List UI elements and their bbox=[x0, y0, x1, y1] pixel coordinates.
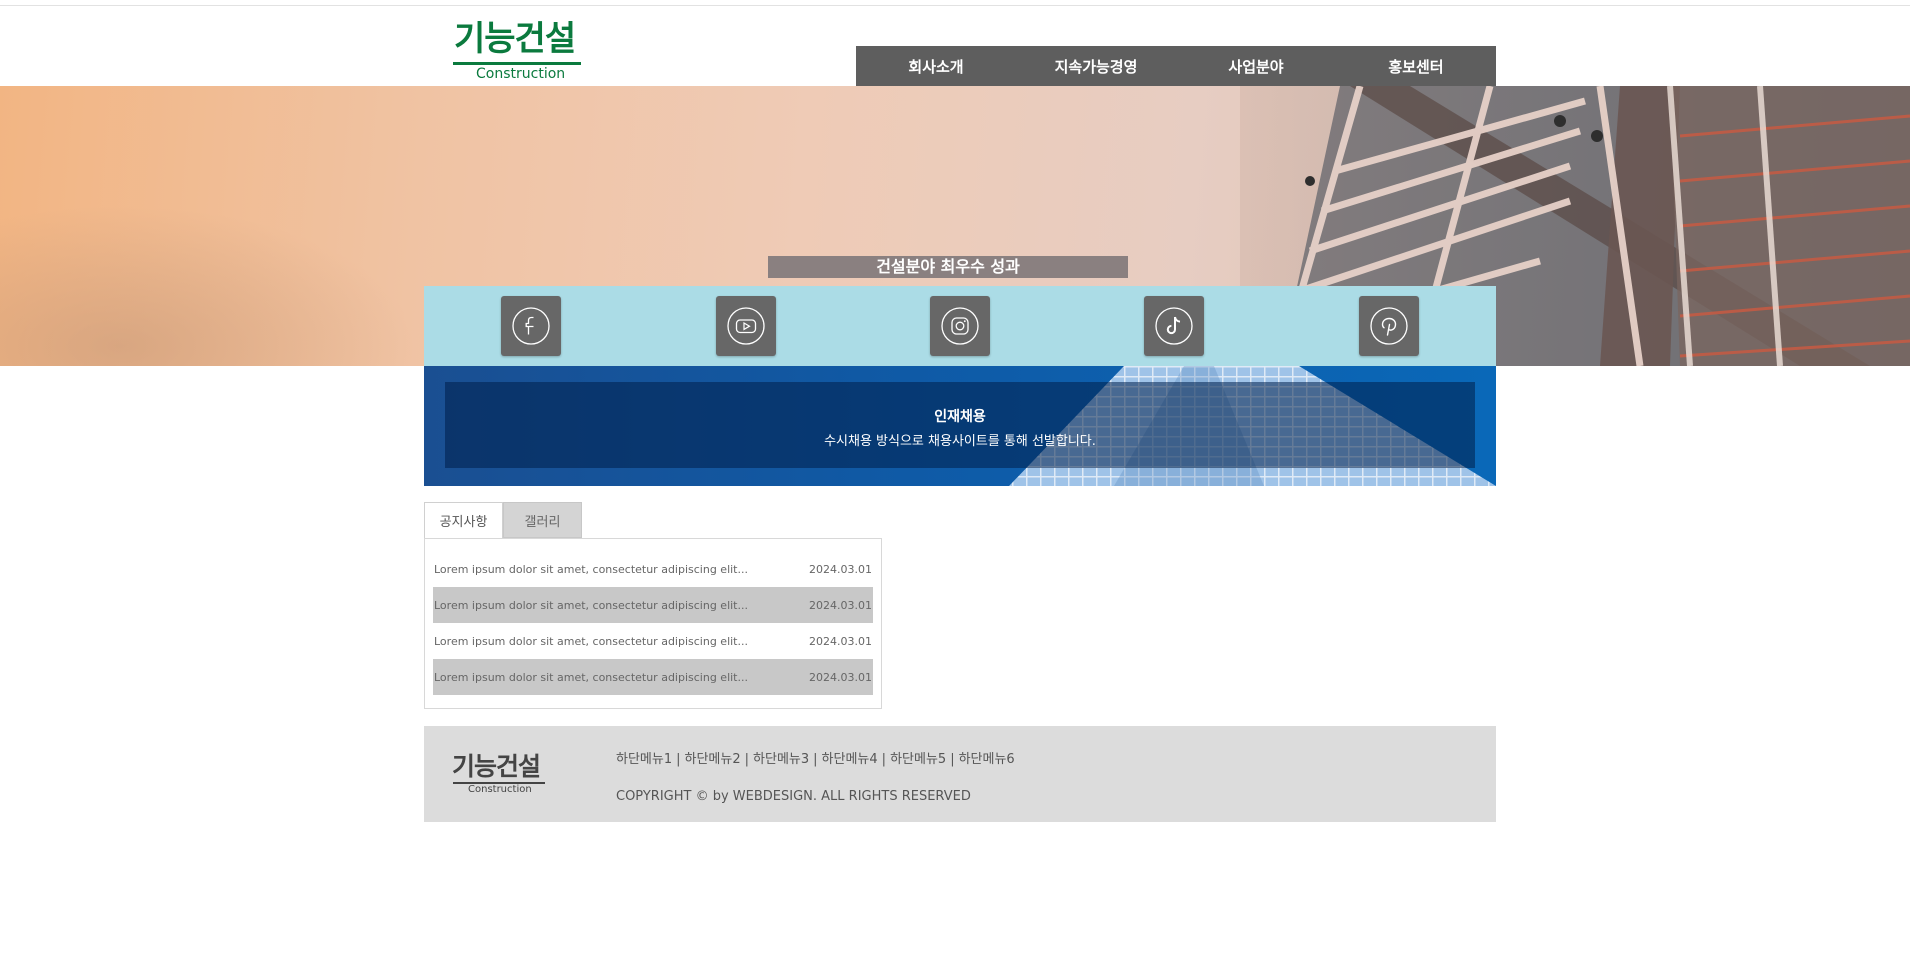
board-tabs: 공지사항 갤러리 bbox=[424, 502, 582, 538]
row-date: 2024.03.01 bbox=[809, 598, 872, 612]
footer: 기능건설 Construction 하단메뉴1 | 하단메뉴2 | 하단메뉴3 | 하단메뉴… bbox=[424, 726, 1496, 822]
instagram-icon bbox=[941, 307, 979, 345]
recruit-title: 인재채용 bbox=[934, 409, 986, 425]
nav-item-company[interactable]: 회사소개 bbox=[856, 46, 1016, 86]
footer-menu-item-3[interactable]: 하단메뉴3 bbox=[753, 752, 809, 767]
row-title: Lorem ipsum dolor sit amet, consectetur … bbox=[434, 670, 748, 684]
logo-english: Construction bbox=[476, 66, 566, 82]
footer-separator: | bbox=[676, 752, 681, 767]
row-title: Lorem ipsum dolor sit amet, consectetur … bbox=[434, 634, 748, 648]
youtube-icon bbox=[727, 307, 765, 345]
pinterest-icon bbox=[1370, 307, 1408, 345]
footer-logo-korean: 기능건설 bbox=[452, 752, 541, 781]
top-divider bbox=[0, 5, 1910, 6]
table-row[interactable]: Lorem ipsum dolor sit amet, consectetur … bbox=[433, 659, 873, 695]
row-date: 2024.03.01 bbox=[809, 634, 872, 648]
footer-separator: | bbox=[744, 752, 750, 767]
logo-korean: 기능건설 bbox=[454, 19, 576, 59]
row-date: 2024.03.01 bbox=[809, 670, 872, 684]
sns-bar bbox=[424, 286, 1496, 366]
tiktok-button[interactable] bbox=[1144, 296, 1204, 356]
row-date: 2024.03.01 bbox=[809, 562, 872, 576]
table-row[interactable]: Lorem ipsum dolor sit amet, consectetur … bbox=[433, 623, 873, 659]
recruit-overlay: 인재채용 수시채용 방식으로 채용사이트를 통해 선발합니다. bbox=[445, 382, 1475, 468]
recruit-subtitle: 수시채용 방식으로 채용사이트를 통해 선발합니다. bbox=[824, 434, 1096, 449]
instagram-button[interactable] bbox=[930, 296, 990, 356]
footer-logo[interactable]: 기능건설 Construction bbox=[452, 752, 545, 799]
footer-menu-item-5[interactable]: 하단메뉴5 bbox=[890, 752, 946, 767]
nav-item-business[interactable]: 사업분야 bbox=[1176, 46, 1336, 86]
recruit-banner[interactable]: 인재채용 수시채용 방식으로 채용사이트를 통해 선발합니다. bbox=[424, 366, 1496, 486]
footer-menu: 하단메뉴1 | 하단메뉴2 | 하단메뉴3 | 하단메뉴4 | 하단메뉴5 | 하단메뉴6 bbox=[616, 748, 1015, 767]
facebook-button[interactable] bbox=[501, 296, 561, 356]
footer-menu-item-2[interactable]: 하단메뉴2 bbox=[685, 752, 741, 767]
footer-menu-item-4[interactable]: 하단메뉴4 bbox=[822, 752, 878, 767]
row-title: Lorem ipsum dolor sit amet, consectetur … bbox=[434, 598, 748, 612]
nav-item-sustainability[interactable]: 지속가능경영 bbox=[1016, 46, 1176, 86]
tiktok-icon bbox=[1155, 307, 1193, 345]
table-row[interactable]: Lorem ipsum dolor sit amet, consectetur … bbox=[433, 587, 873, 623]
footer-separator: | bbox=[813, 752, 818, 767]
notice-board: Lorem ipsum dolor sit amet, consectetur … bbox=[424, 538, 882, 709]
tab-gallery[interactable]: 갤러리 bbox=[503, 502, 582, 538]
nav-item-pr-center[interactable]: 홍보센터 bbox=[1336, 46, 1496, 86]
footer-logo-english: Construction bbox=[468, 784, 532, 795]
footer-separator: | bbox=[950, 752, 955, 767]
pinterest-button[interactable] bbox=[1359, 296, 1419, 356]
youtube-button[interactable] bbox=[716, 296, 776, 356]
hero-title: 건설분야 최우수 성과 bbox=[768, 256, 1128, 278]
table-row[interactable]: Lorem ipsum dolor sit amet, consectetur … bbox=[433, 551, 873, 587]
copyright-text: COPYRIGHT © by WEBDESIGN. ALL RIGHTS RES… bbox=[616, 789, 971, 804]
logo[interactable]: 기능건설 Construction bbox=[451, 20, 581, 84]
main-nav: 회사소개 지속가능경영 사업분야 홍보센터 bbox=[856, 46, 1496, 86]
footer-separator: | bbox=[881, 752, 887, 767]
footer-menu-item-1[interactable]: 하단메뉴1 bbox=[616, 752, 672, 767]
row-title: Lorem ipsum dolor sit amet, consectetur … bbox=[434, 562, 748, 576]
facebook-icon bbox=[512, 307, 550, 345]
footer-menu-item-6[interactable]: 하단메뉴6 bbox=[959, 752, 1015, 767]
tab-notice[interactable]: 공지사항 bbox=[424, 502, 503, 538]
